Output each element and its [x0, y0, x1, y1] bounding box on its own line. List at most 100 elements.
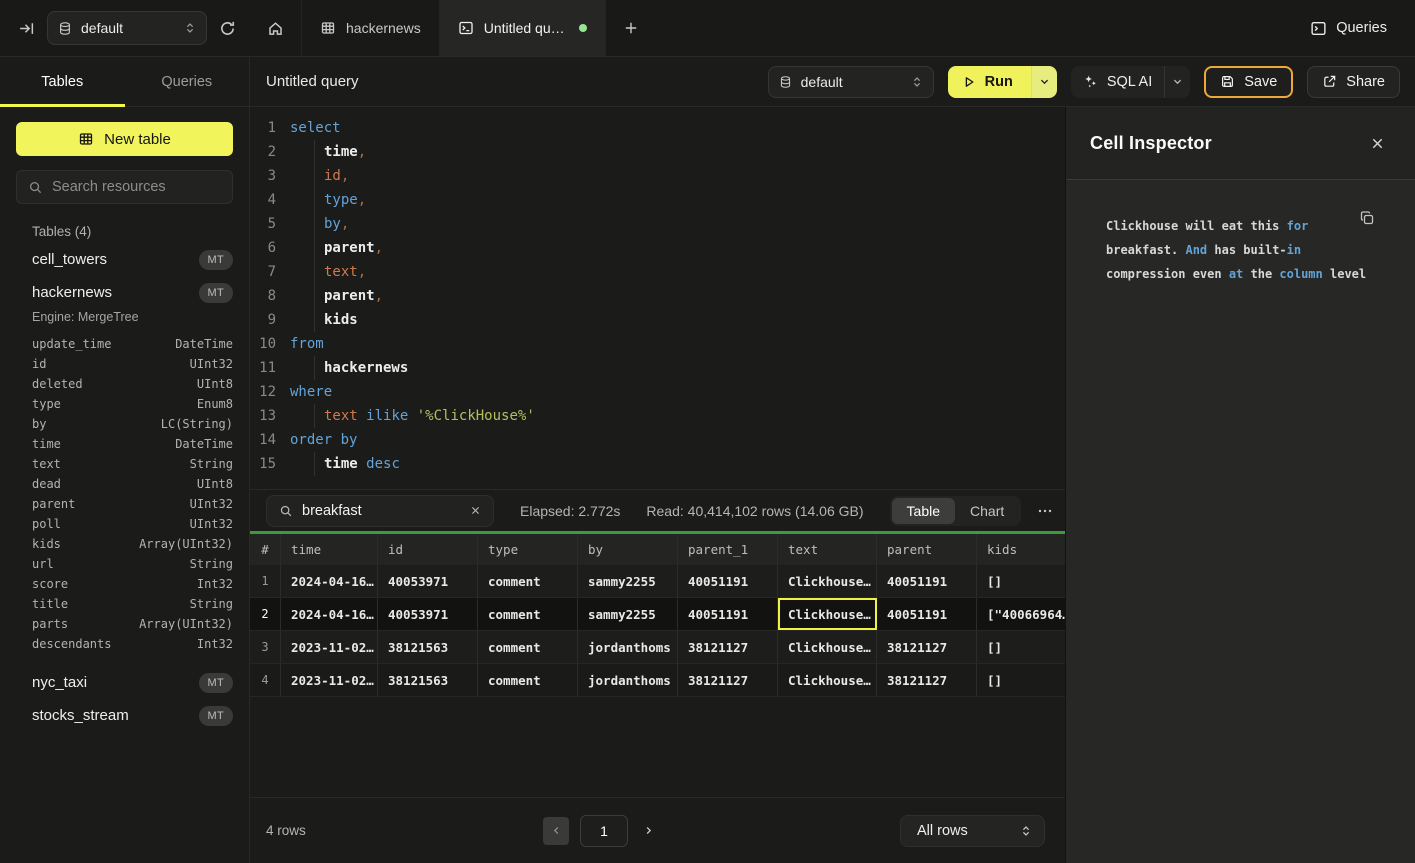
table-cell[interactable]: 38121127	[678, 631, 778, 663]
copy-icon[interactable]	[1359, 210, 1375, 226]
table-item-stocks-stream[interactable]: stocks_stream MT	[32, 699, 233, 732]
current-page[interactable]: 1	[580, 815, 628, 847]
table-cell[interactable]: ["40066964…	[977, 598, 1065, 630]
view-toggle-chart[interactable]: Chart	[955, 498, 1019, 524]
code-text: time desc	[290, 452, 400, 476]
table-row[interactable]: 22024-04-16…40053971commentsammy22554005…	[250, 598, 1065, 631]
share-button[interactable]: Share	[1307, 66, 1400, 98]
table-cell[interactable]: 2023-11-02…	[281, 631, 378, 663]
more-options-icon[interactable]	[1035, 503, 1055, 519]
sql-ai-options-button[interactable]	[1164, 66, 1190, 98]
table-cell[interactable]: 38121563	[378, 631, 478, 663]
sidebar-search[interactable]	[16, 170, 233, 204]
table-cell[interactable]: jordanthoms	[578, 631, 678, 663]
collapse-sidebar-icon[interactable]	[18, 20, 35, 37]
column-header[interactable]: parent_1	[678, 534, 778, 565]
results-search-input[interactable]	[302, 503, 461, 519]
table-cell[interactable]: 2024-04-16…	[281, 598, 378, 630]
close-icon[interactable]	[1370, 136, 1385, 151]
code-line: 2time,	[250, 140, 1065, 164]
table-cell[interactable]: 40051191	[678, 598, 778, 630]
engine-note: Engine: MergeTree	[32, 309, 233, 334]
view-toggle: Table Chart	[890, 496, 1022, 526]
table-cell[interactable]: []	[977, 565, 1065, 597]
table-item-hackernews[interactable]: hackernews MT	[32, 276, 233, 309]
table-cell[interactable]: Clickhouse…	[778, 565, 877, 597]
run-label: Run	[985, 74, 1013, 90]
table-row[interactable]: 32023-11-02…38121563commentjordanthoms38…	[250, 631, 1065, 664]
inspector-token: at	[1229, 267, 1243, 281]
table-row[interactable]: 42023-11-02…38121563commentjordanthoms38…	[250, 664, 1065, 697]
database-selector[interactable]: default	[47, 11, 207, 45]
save-button[interactable]: Save	[1204, 66, 1293, 98]
results-search[interactable]	[266, 495, 494, 527]
table-cell[interactable]: 40053971	[378, 598, 478, 630]
refresh-icon[interactable]	[219, 20, 236, 37]
column-type: LC(String)	[161, 417, 233, 431]
clear-search-icon[interactable]	[470, 505, 481, 516]
query-database-selector[interactable]: default	[768, 66, 934, 98]
inspector-token: the	[1243, 267, 1279, 281]
play-icon	[962, 75, 976, 89]
topbar-spacer	[656, 0, 1311, 56]
sql-ai-button[interactable]: SQL AI	[1071, 74, 1164, 90]
tab-untitled-query[interactable]: Untitled qu…	[440, 0, 606, 56]
tab-hackernews[interactable]: hackernews	[302, 0, 440, 56]
table-cell[interactable]: []	[977, 631, 1065, 663]
table-cell[interactable]: comment	[478, 565, 578, 597]
table-cell[interactable]: 2023-11-02…	[281, 664, 378, 696]
column-header[interactable]: text	[778, 534, 877, 565]
table-item-cell-towers[interactable]: cell_towers MT	[32, 243, 233, 276]
column-header[interactable]: time	[281, 534, 378, 565]
results-empty-space	[250, 697, 1065, 797]
run-options-button[interactable]	[1031, 66, 1057, 98]
queries-button[interactable]: Queries	[1310, 0, 1387, 56]
line-number: 14	[250, 428, 276, 452]
new-table-button[interactable]: New table	[16, 122, 233, 156]
new-table-label: New table	[104, 131, 171, 148]
next-page-button[interactable]	[639, 821, 658, 840]
table-cell[interactable]: comment	[478, 598, 578, 630]
table-cell[interactable]: 40053971	[378, 565, 478, 597]
table-cell[interactable]: []	[977, 664, 1065, 696]
table-cell[interactable]: Clickhouse…	[778, 631, 877, 663]
table-cell[interactable]: Clickhouse…	[778, 664, 877, 696]
page-size-selector[interactable]: All rows	[900, 815, 1045, 847]
table-cell[interactable]: Clickhouse…	[778, 598, 877, 630]
code-token: where	[290, 384, 332, 400]
table-cell[interactable]: sammy2255	[578, 598, 678, 630]
search-input[interactable]	[52, 179, 239, 195]
table-cell[interactable]: 40051191	[678, 565, 778, 597]
column-header[interactable]: id	[378, 534, 478, 565]
table-cell[interactable]: 40051191	[877, 598, 977, 630]
table-cell[interactable]: sammy2255	[578, 565, 678, 597]
table-cell[interactable]: comment	[478, 664, 578, 696]
sidebar-tab-queries[interactable]: Queries	[125, 57, 250, 106]
tab-home[interactable]	[250, 0, 302, 56]
column-header[interactable]: type	[478, 534, 578, 565]
table-cell[interactable]: 38121127	[678, 664, 778, 696]
line-number: 11	[250, 356, 276, 380]
table-cell[interactable]: jordanthoms	[578, 664, 678, 696]
code-token: ,	[375, 240, 383, 256]
table-cell[interactable]: 2024-04-16…	[281, 565, 378, 597]
table-cell[interactable]: 38121127	[877, 631, 977, 663]
column-header[interactable]: kids	[977, 534, 1065, 565]
column-header[interactable]: by	[578, 534, 678, 565]
view-toggle-table[interactable]: Table	[892, 498, 955, 524]
previous-page-button[interactable]	[543, 817, 569, 845]
table-cell[interactable]: 40051191	[877, 565, 977, 597]
table-cell[interactable]: 38121563	[378, 664, 478, 696]
code-text: by,	[290, 212, 349, 236]
table-item-nyc-taxi[interactable]: nyc_taxi MT	[32, 666, 233, 699]
new-tab-button[interactable]	[606, 0, 656, 56]
table-cell[interactable]: 38121127	[877, 664, 977, 696]
sidebar-tab-tables[interactable]: Tables	[0, 57, 125, 106]
sql-editor[interactable]: 1select2time,3id,4type,5by,6parent,7text…	[250, 107, 1065, 489]
column-header[interactable]: parent	[877, 534, 977, 565]
column-header[interactable]: #	[250, 534, 281, 565]
table-cell[interactable]: comment	[478, 631, 578, 663]
run-button[interactable]: Run	[948, 66, 1031, 98]
table-row[interactable]: 12024-04-16…40053971commentsammy22554005…	[250, 565, 1065, 598]
inspector-token: Clickhouse will eat this	[1106, 219, 1287, 233]
